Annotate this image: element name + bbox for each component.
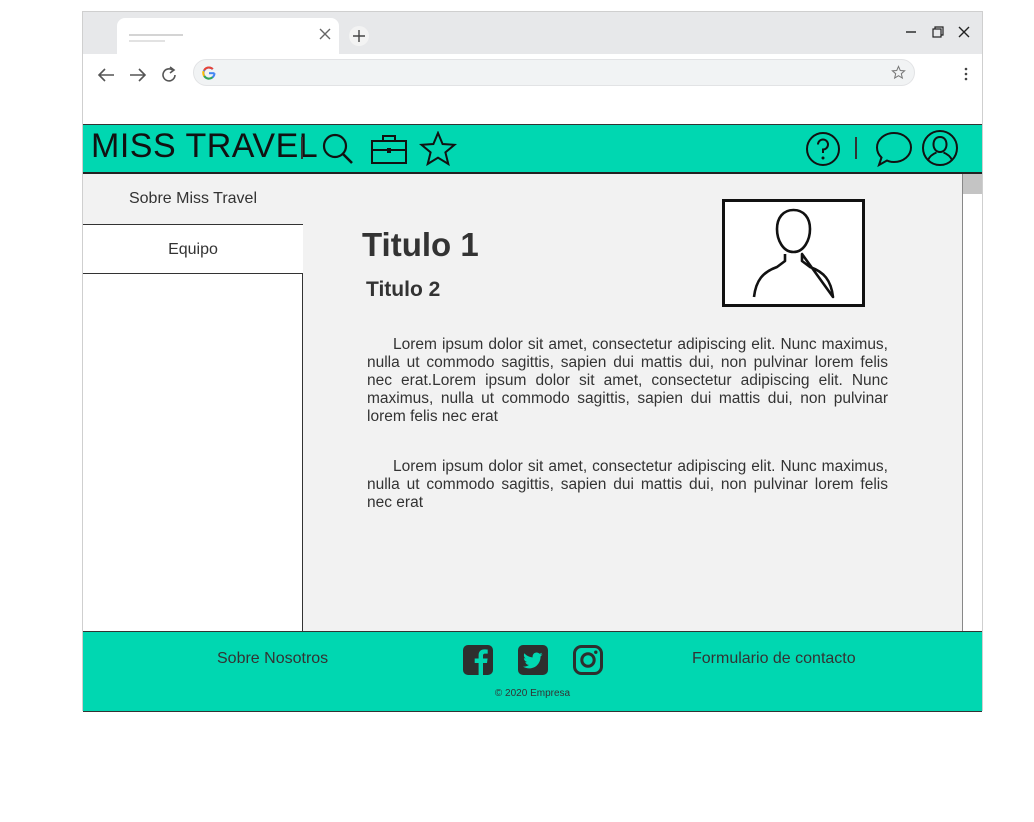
back-arrow-icon[interactable] [95, 64, 117, 86]
chat-icon[interactable] [875, 130, 913, 168]
reload-icon[interactable] [158, 64, 180, 86]
copyright-text: © 2020 Empresa [494, 688, 571, 699]
header-divider [301, 137, 303, 159]
browser-window: MISS TRAVEL Sobre Miss Travel Equipo Tit… [82, 11, 983, 712]
window-close-icon[interactable] [956, 24, 972, 40]
plus-icon[interactable] [349, 26, 369, 46]
scrollbar-thumb[interactable] [963, 174, 982, 194]
google-icon [202, 66, 216, 80]
paragraph-1: Lorem ipsum dolor sit amet, consectetur … [367, 336, 888, 425]
page-subtitle: Titulo 2 [366, 278, 441, 301]
sidebar-item-equipo[interactable]: Equipo [83, 224, 303, 274]
briefcase-icon[interactable] [370, 133, 408, 165]
help-icon[interactable] [805, 131, 841, 167]
facebook-icon[interactable] [462, 644, 494, 676]
tab-strip [83, 12, 982, 54]
scrollbar[interactable] [962, 174, 982, 631]
tab-subtitle-placeholder [129, 40, 165, 42]
restore-icon[interactable] [930, 24, 946, 40]
sidebar-item-sobre-miss-travel[interactable]: Sobre Miss Travel [83, 174, 303, 224]
person-silhouette-icon [752, 208, 835, 299]
footer-link-contact[interactable]: Formulario de contacto [692, 650, 856, 668]
search-icon[interactable] [321, 132, 355, 166]
site-logo[interactable]: MISS TRAVEL [91, 127, 318, 166]
browser-toolbar [83, 54, 982, 94]
close-icon[interactable] [317, 26, 333, 42]
page-title: Titulo 1 [362, 226, 479, 263]
sidebar: Sobre Miss Travel Equipo [83, 174, 303, 631]
paragraph-2: Lorem ipsum dolor sit amet, consectetur … [367, 458, 888, 511]
site-header: MISS TRAVEL [83, 124, 982, 174]
profile-image-placeholder [722, 199, 865, 307]
minimize-icon[interactable] [903, 24, 919, 40]
tab-title-placeholder [129, 34, 183, 36]
footer-link-about[interactable]: Sobre Nosotros [217, 650, 328, 668]
header-divider-right [855, 137, 857, 159]
browser-tab[interactable] [117, 18, 339, 54]
main-content: Titulo 1 Titulo 2 Lorem ipsum dolor sit … [303, 174, 962, 631]
instagram-icon[interactable] [572, 644, 604, 676]
star-icon[interactable] [419, 131, 457, 167]
forward-arrow-icon[interactable] [127, 64, 149, 86]
website: MISS TRAVEL Sobre Miss Travel Equipo Tit… [83, 124, 982, 712]
site-footer: Sobre Nosotros Formulario de contacto © … [83, 631, 982, 712]
bookmark-star-icon[interactable] [891, 65, 906, 80]
more-menu-icon[interactable] [958, 66, 974, 82]
twitter-icon[interactable] [517, 644, 549, 676]
address-bar[interactable] [193, 59, 915, 86]
user-icon[interactable] [921, 129, 959, 167]
